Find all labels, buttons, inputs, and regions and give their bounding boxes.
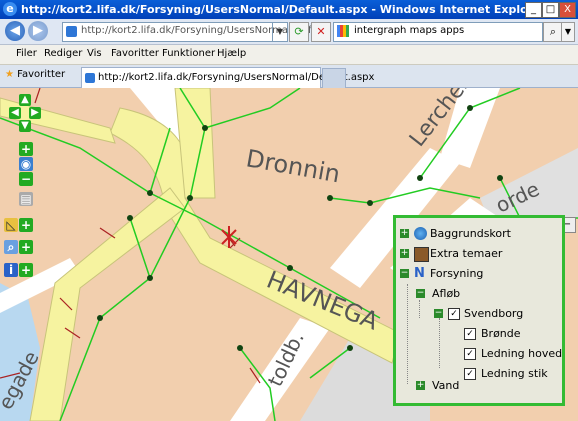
legend-label: Baggrundskort	[430, 227, 511, 240]
favorites-label: Favoritter	[17, 69, 66, 80]
chevron-down-icon[interactable]: ▼	[272, 23, 287, 41]
broende-checkbox[interactable]: ✓	[464, 328, 476, 340]
info-icon[interactable]: i	[4, 263, 18, 277]
print-icon[interactable]: ▤	[19, 192, 33, 206]
search-add-button[interactable]: +	[19, 240, 33, 254]
pan-right-button[interactable]: ▶	[29, 107, 41, 119]
search-options-button[interactable]: ▼	[561, 22, 575, 42]
menu-item-filer[interactable]: Filer	[16, 48, 37, 59]
window-title: http://kort2.lifa.dk/Forsyning/UsersNorm…	[21, 3, 547, 16]
title-bar: e http://kort2.lifa.dk/Forsyning/UsersNo…	[0, 0, 578, 19]
expand-icon[interactable]: +	[400, 249, 409, 258]
stop-button[interactable]: ✕	[311, 22, 331, 42]
search-input[interactable]: intergraph maps apps	[333, 22, 543, 42]
search-value: intergraph maps apps	[354, 25, 465, 36]
legend-label: Extra temaer	[430, 247, 503, 260]
layer-legend-panel: + Baggrundskort + Extra temaer − N Forsy…	[393, 215, 565, 406]
legend-label: Ledning stik	[481, 367, 548, 380]
globe-icon[interactable]: ◉	[19, 157, 33, 171]
measure-add-button[interactable]: +	[19, 218, 33, 232]
tree-line	[419, 300, 420, 318]
search-button[interactable]: ⌕	[543, 22, 563, 42]
measure-icon[interactable]: ◺	[4, 218, 18, 232]
legend-label: Brønde	[481, 327, 521, 340]
back-button[interactable]: ◀	[5, 21, 25, 41]
expand-icon[interactable]: +	[400, 229, 409, 238]
ledning-stik-checkbox[interactable]: ✓	[464, 368, 476, 380]
pan-up-button[interactable]: ▲	[19, 94, 31, 106]
info-add-button[interactable]: +	[19, 263, 33, 277]
pan-down-button[interactable]: ▼	[19, 120, 31, 132]
forsyning-logo-icon: N	[414, 266, 425, 281]
minimize-button[interactable]: _	[525, 2, 542, 18]
legend-label: Forsyning	[430, 267, 484, 280]
address-toolbar: ◀ ▶ http://kort2.lifa.dk/Forsyning/Users…	[0, 19, 578, 45]
legend-label: Ledning hoved	[481, 347, 563, 360]
legend-label: Vand	[432, 379, 460, 392]
maximize-button[interactable]: □	[542, 2, 559, 18]
ie-logo-icon: e	[3, 2, 17, 16]
page-icon	[66, 26, 77, 37]
menu-item-rediger[interactable]: Rediger	[44, 48, 82, 59]
page-icon	[85, 73, 95, 83]
svendborg-checkbox[interactable]: ✓	[448, 308, 460, 320]
expand-icon[interactable]: +	[416, 381, 425, 390]
favorites-button[interactable]: ★ Favoritter	[5, 69, 65, 80]
menu-bar: Filer Rediger Vis Favoritter Funktioner …	[0, 45, 578, 65]
search-icon[interactable]: ⌕	[4, 240, 18, 254]
refresh-button[interactable]: ⟳	[289, 22, 309, 42]
tree-line	[439, 318, 440, 368]
forward-button[interactable]: ▶	[28, 21, 48, 41]
globe-icon	[414, 227, 427, 240]
star-icon: ★	[5, 69, 14, 80]
legend-label: Svendborg	[464, 307, 524, 320]
tab-bar: ★ Favoritter http://kort2.lifa.dk/Forsyn…	[0, 65, 578, 88]
zoom-out-button[interactable]: −	[19, 172, 33, 186]
ledning-hoved-checkbox[interactable]: ✓	[464, 348, 476, 360]
address-input[interactable]: http://kort2.lifa.dk/Forsyning/UsersNorm…	[62, 22, 318, 42]
collapse-icon[interactable]: −	[416, 289, 425, 298]
menu-item-hjaelp[interactable]: Hjælp	[217, 48, 246, 59]
legend-label: Afløb	[432, 287, 461, 300]
tree-line	[407, 284, 408, 384]
menu-item-favoritter[interactable]: Favoritter	[111, 48, 159, 59]
tab-active[interactable]: http://kort2.lifa.dk/Forsyning/UsersNorm…	[81, 67, 374, 88]
close-button[interactable]: X	[559, 2, 576, 18]
pan-left-button[interactable]: ◀	[9, 107, 21, 119]
menu-item-funktioner[interactable]: Funktioner	[162, 48, 215, 59]
new-tab-button[interactable]	[322, 68, 346, 88]
menu-item-vis[interactable]: Vis	[87, 48, 102, 59]
collapse-icon[interactable]: −	[434, 309, 443, 318]
zoom-in-button[interactable]: +	[19, 142, 33, 156]
collapse-icon[interactable]: −	[400, 269, 409, 278]
image-icon	[414, 247, 429, 262]
google-icon	[337, 25, 349, 37]
